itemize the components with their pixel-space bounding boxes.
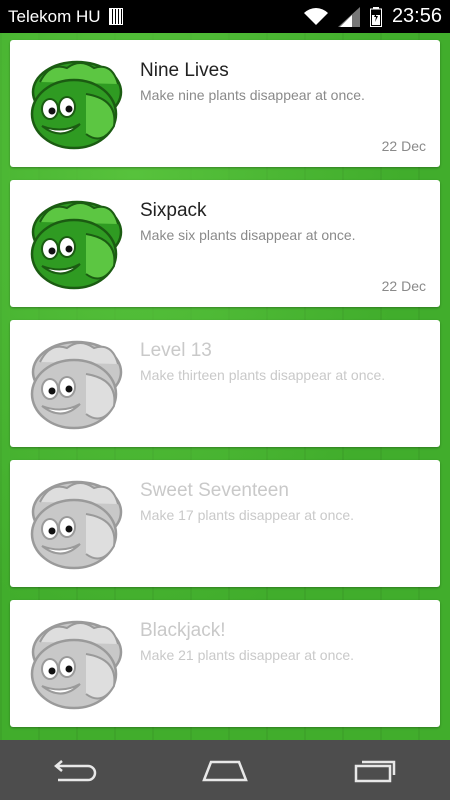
recent-apps-button[interactable] <box>345 748 405 792</box>
cabbage-icon <box>30 60 123 150</box>
status-bar: Telekom HU 23:56 <box>0 0 450 33</box>
achievement-description: Make 17 plants disappear at once. <box>140 507 355 523</box>
achievement-description: Make nine plants disappear at once. <box>140 87 365 103</box>
battery-icon <box>369 6 382 27</box>
wifi-icon <box>303 7 328 25</box>
achievement-card[interactable]: Sweet Seventeen Make 17 plants disappear… <box>10 460 440 587</box>
cabbage-icon <box>30 340 123 430</box>
cabbage-icon <box>30 480 123 570</box>
recent-apps-icon <box>354 760 396 783</box>
achievement-title: Nine Lives <box>140 60 229 81</box>
cabbage-icon <box>30 620 123 710</box>
carrier-name: Telekom HU <box>8 6 101 26</box>
sim-card-icon <box>108 8 123 25</box>
navigation-bar <box>0 740 450 800</box>
achievement-card[interactable]: Blackjack! Make 21 plants disappear at o… <box>10 600 440 727</box>
achievement-title: Sweet Seventeen <box>140 480 289 501</box>
signal-icon <box>337 6 360 27</box>
clock: 23:56 <box>391 5 442 27</box>
home-icon <box>202 760 248 782</box>
back-button[interactable] <box>45 748 105 792</box>
achievement-card[interactable]: Nine Lives Make nine plants disappear at… <box>10 40 440 167</box>
achievement-title: Blackjack! <box>140 620 226 641</box>
achievements-list: Nine Lives Make nine plants disappear at… <box>0 33 450 740</box>
achievement-date: 22 Dec <box>381 138 426 154</box>
achievement-card[interactable]: Sixpack Make six plants disappear at onc… <box>10 180 440 307</box>
achievement-description: Make 21 plants disappear at once. <box>140 647 355 663</box>
achievement-description: Make thirteen plants disappear at once. <box>140 367 386 383</box>
achievement-card[interactable]: Level 13 Make thirteen plants disappear … <box>10 320 440 447</box>
back-icon <box>54 760 97 782</box>
achievement-description: Make six plants disappear at once. <box>140 227 356 243</box>
achievement-date: 22 Dec <box>381 278 426 294</box>
cabbage-icon <box>30 200 123 290</box>
achievement-title: Sixpack <box>140 200 207 221</box>
home-button[interactable] <box>195 748 255 792</box>
achievement-title: Level 13 <box>140 340 212 361</box>
